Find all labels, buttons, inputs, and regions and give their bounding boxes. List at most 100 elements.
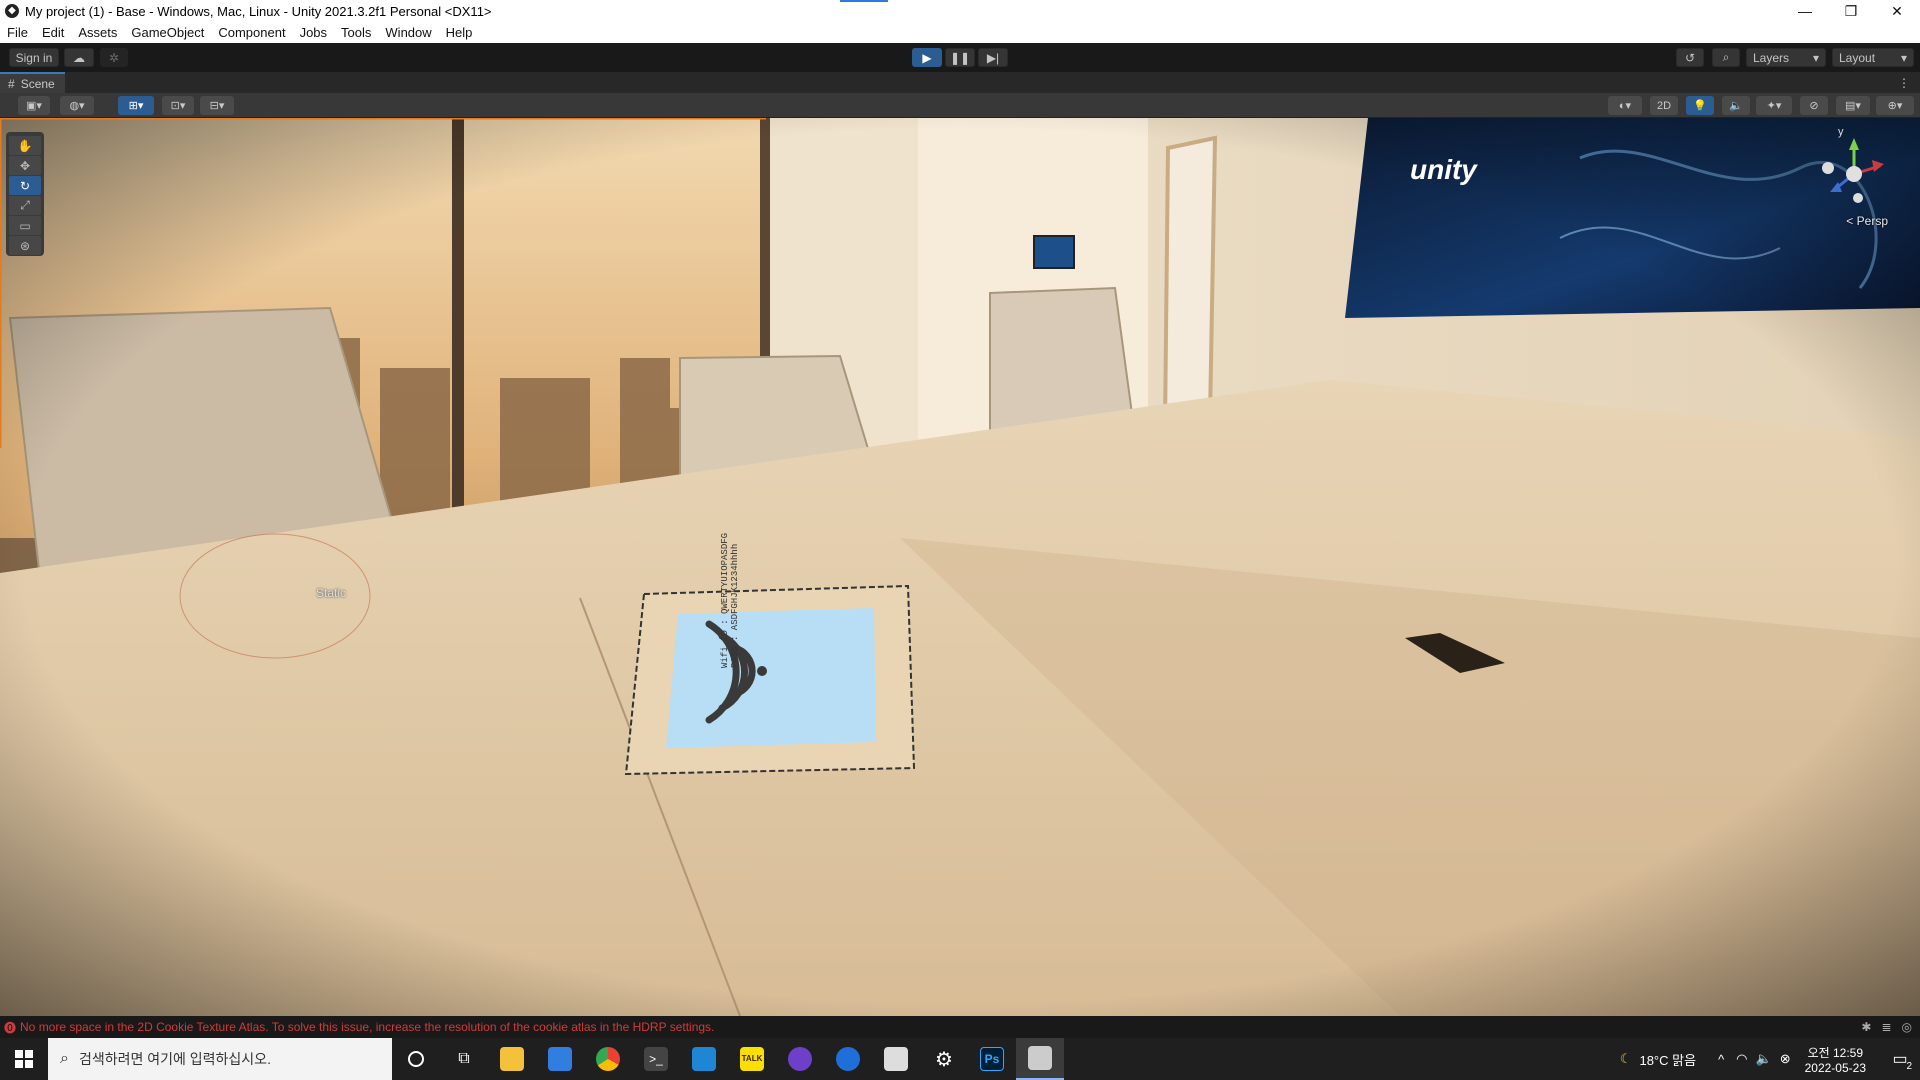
- clock-time: 오전 12:59: [1807, 1045, 1864, 1060]
- progress-icon[interactable]: ≣: [1881, 1020, 1891, 1034]
- audio-toggle-icon[interactable]: 🔈: [1722, 96, 1750, 115]
- orientation-gizmo[interactable]: y: [1814, 126, 1894, 214]
- network-icon[interactable]: ◠: [1736, 1051, 1747, 1067]
- title-progress-indicator: [840, 0, 888, 2]
- windows-taskbar: ⌕ 검색하려면 여기에 입력하십시오. ⧉ >_ TALK ⚙ Ps ☾ 18°…: [0, 1038, 1920, 1080]
- unity-hub-icon[interactable]: [872, 1038, 920, 1080]
- show-hidden-icons-chevron-icon[interactable]: ^: [1718, 1052, 1724, 1067]
- collab-icon[interactable]: ✲: [100, 48, 128, 67]
- chevron-down-icon: ▾: [1900, 50, 1907, 65]
- menu-window[interactable]: Window: [378, 25, 438, 40]
- mode-2d-toggle[interactable]: 2D: [1650, 96, 1678, 115]
- chrome-icon[interactable]: [584, 1038, 632, 1080]
- layout-dropdown[interactable]: Layout ▾: [1832, 48, 1914, 67]
- restore-button[interactable]: ❐: [1828, 0, 1874, 22]
- rect-tool-icon[interactable]: ▭: [9, 216, 41, 235]
- terminal-icon[interactable]: >_: [632, 1038, 680, 1080]
- sourcetree-icon[interactable]: [824, 1038, 872, 1080]
- sign-in-button[interactable]: Sign in: [9, 48, 59, 67]
- rotate-tool-icon[interactable]: ↻: [9, 176, 41, 195]
- search-icon[interactable]: ⌕: [1712, 48, 1740, 67]
- tab-scene-label: Scene: [20, 76, 55, 91]
- increment-snap-dropdown[interactable]: ⊡▾: [162, 96, 194, 115]
- close-button[interactable]: ✕: [1874, 0, 1920, 22]
- pause-button[interactable]: ❚❚: [945, 48, 975, 67]
- transform-tool-icon[interactable]: ⊛: [9, 236, 41, 255]
- notification-count: 2: [1906, 1061, 1912, 1072]
- hand-tool-icon[interactable]: ✋: [9, 136, 41, 155]
- system-tray: ☾ 18°C 맑음 ^ ◠ 🔈 ⊗ 오전 12:59 2022-05-23 ▭ …: [1620, 1038, 1920, 1080]
- file-explorer-icon[interactable]: [488, 1038, 536, 1080]
- vscode-icon[interactable]: [680, 1038, 728, 1080]
- menu-assets[interactable]: Assets: [71, 25, 124, 40]
- title-bar: ◆ My project (1) - Base - Windows, Mac, …: [0, 0, 1920, 22]
- menu-component[interactable]: Component: [211, 25, 292, 40]
- taskbar-search-box[interactable]: ⌕ 검색하려면 여기에 입력하십시오.: [48, 1038, 392, 1080]
- layers-label: Layers: [1753, 50, 1790, 65]
- tab-scene[interactable]: # Scene: [0, 72, 65, 93]
- minimize-button[interactable]: —: [1782, 0, 1828, 22]
- wifi-pass-text: PASS : ASDFGHJK1234hhhh: [730, 543, 740, 668]
- play-button[interactable]: ▶: [912, 48, 942, 67]
- task-view-icon[interactable]: ⧉: [440, 1038, 488, 1080]
- wifi-sign-text: Wifi ID : QWERTYUIOPASDFG PASS : ASDFGHJ…: [720, 518, 740, 668]
- console-message[interactable]: No more space in the 2D Cookie Texture A…: [20, 1020, 714, 1034]
- menu-file[interactable]: File: [0, 25, 35, 40]
- clock-date: 2022-05-23: [1804, 1060, 1866, 1075]
- scale-tool-icon[interactable]: ⤢: [9, 196, 41, 215]
- gizmo-y-label: y: [1838, 126, 1844, 138]
- chevron-down-icon: ▾: [1812, 50, 1819, 65]
- menu-help[interactable]: Help: [439, 25, 480, 40]
- unity-logo-icon: ◆: [5, 4, 19, 18]
- draw-mode-dropdown[interactable]: ▣▾: [18, 96, 50, 115]
- settings-gear-icon[interactable]: ⚙: [920, 1038, 968, 1080]
- effects-dropdown[interactable]: ✦▾: [1756, 96, 1792, 115]
- menu-bar: File Edit Assets GameObject Component Jo…: [0, 22, 1920, 43]
- lighting-toggle-icon[interactable]: 💡: [1686, 96, 1714, 115]
- scene-shading-dropdown[interactable]: ◍▾: [60, 96, 94, 115]
- camera-settings-dropdown[interactable]: ▤▾: [1836, 96, 1870, 115]
- photoshop-label: Ps: [980, 1047, 1004, 1071]
- step-button[interactable]: ▶|: [978, 48, 1008, 67]
- static-label: Static: [316, 586, 347, 600]
- hidden-objects-toggle-icon[interactable]: ⊘: [1800, 96, 1828, 115]
- layers-dropdown[interactable]: Layers ▾: [1746, 48, 1826, 67]
- history-icon[interactable]: ↺: [1676, 48, 1704, 67]
- input-method-icon[interactable]: ⊗: [1780, 1051, 1791, 1067]
- menu-jobs[interactable]: Jobs: [293, 25, 334, 40]
- cortana-icon[interactable]: [392, 1038, 440, 1080]
- more-options-icon[interactable]: ⋮: [1898, 76, 1920, 90]
- kakaotalk-label: TALK: [740, 1047, 764, 1071]
- search-icon: ⌕: [60, 1050, 69, 1067]
- menu-gameobject[interactable]: GameObject: [124, 25, 211, 40]
- wifi-id-text: Wifi ID : QWERTYUIOPASDFG: [720, 532, 730, 668]
- menu-tools[interactable]: Tools: [334, 25, 378, 40]
- error-icon: ⓿: [4, 1020, 17, 1035]
- unity-editor-taskbar-icon[interactable]: [1016, 1038, 1064, 1080]
- volume-icon[interactable]: 🔈: [1756, 1051, 1772, 1067]
- align-dropdown[interactable]: ⊟▾: [200, 96, 234, 115]
- notification-center-icon[interactable]: ▭ 2: [1880, 1038, 1920, 1080]
- weather-moon-icon: ☾: [1619, 1051, 1632, 1066]
- weather-text[interactable]: 18°C 맑음: [1639, 1050, 1696, 1069]
- kakaotalk-icon[interactable]: TALK: [728, 1038, 776, 1080]
- scene-viewport[interactable]: unity Wifi ID : QWERTYUIOPASDFG PASS : A…: [0, 118, 1920, 1016]
- gizmos-dropdown[interactable]: ⊕▾: [1876, 96, 1914, 115]
- render-mode-dropdown[interactable]: ◐▾: [1608, 96, 1642, 115]
- menu-edit[interactable]: Edit: [35, 25, 71, 40]
- photoshop-icon[interactable]: Ps: [968, 1038, 1016, 1080]
- store-icon[interactable]: [536, 1038, 584, 1080]
- grid-snap-toggle[interactable]: ⊞▾: [118, 96, 154, 115]
- auto-generate-icon[interactable]: ◎: [1902, 1020, 1912, 1034]
- clock[interactable]: 오전 12:59 2022-05-23: [1805, 1044, 1866, 1075]
- search-placeholder: 검색하려면 여기에 입력하십시오.: [78, 1051, 271, 1067]
- move-tool-icon[interactable]: ✥: [9, 156, 41, 175]
- windows-start-icon[interactable]: [0, 1038, 48, 1080]
- console-status-bar[interactable]: ⓿ No more space in the 2D Cookie Texture…: [0, 1016, 1920, 1038]
- github-icon[interactable]: [776, 1038, 824, 1080]
- grid-icon: #: [8, 76, 15, 91]
- tv-logo-text: unity: [1410, 154, 1477, 185]
- debug-icon[interactable]: ✱: [1861, 1020, 1871, 1034]
- perspective-label[interactable]: < Persp: [1846, 214, 1888, 228]
- cloud-icon[interactable]: ☁: [64, 48, 94, 67]
